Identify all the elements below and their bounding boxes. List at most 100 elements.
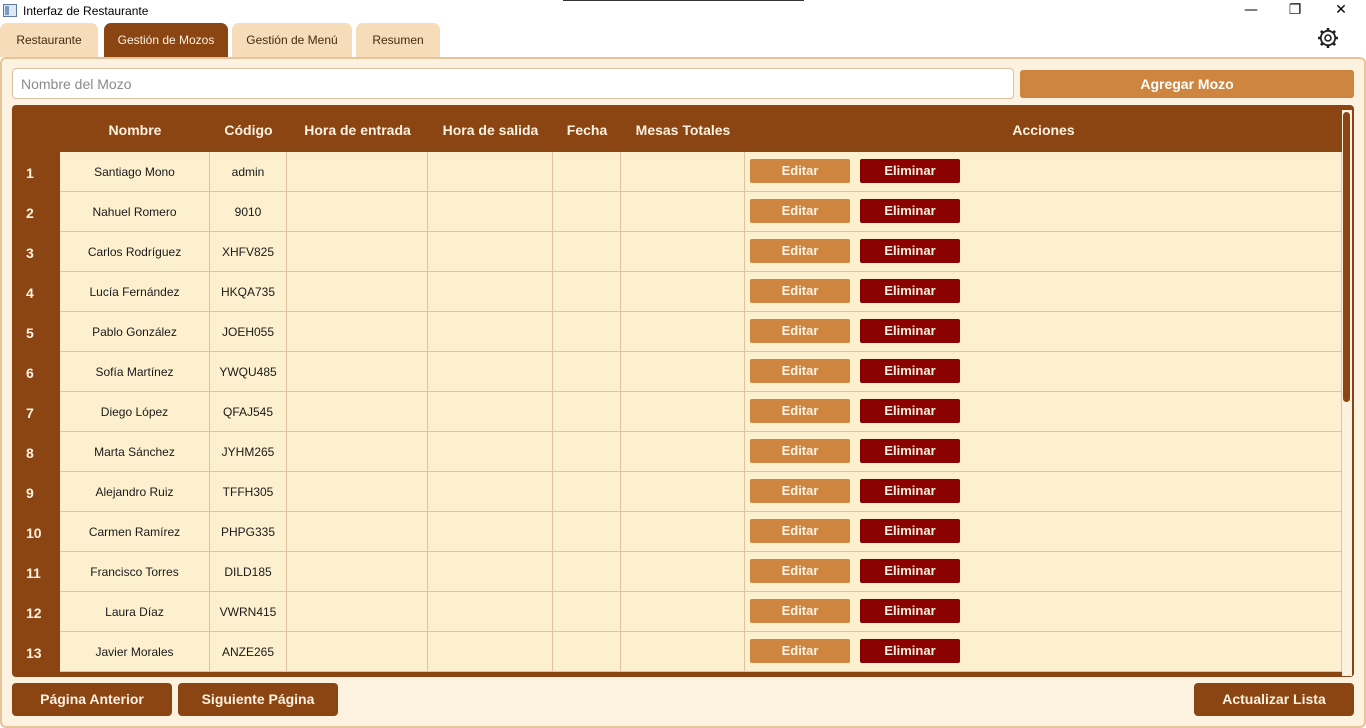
cell-mesas-totales[interactable] — [621, 232, 745, 272]
delete-button[interactable]: Eliminar — [860, 559, 960, 583]
cell-codigo[interactable]: JOEH055 — [210, 312, 287, 352]
cell-hora-entrada[interactable] — [287, 312, 428, 352]
cell-mesas-totales[interactable] — [621, 432, 745, 472]
cell-mesas-totales[interactable] — [621, 392, 745, 432]
cell-mesas-totales[interactable] — [621, 152, 745, 192]
cell-fecha[interactable] — [553, 272, 621, 312]
cell-hora-entrada[interactable] — [287, 192, 428, 232]
minimize-button[interactable]: — — [1228, 0, 1274, 22]
cell-mesas-totales[interactable] — [621, 512, 745, 552]
cell-fecha[interactable] — [553, 552, 621, 592]
table-row[interactable]: 3 Carlos Rodríguez XHFV825 Editar Eliminar — [12, 232, 1354, 272]
cell-nombre[interactable]: Francisco Torres — [60, 552, 210, 592]
column-header-acciones[interactable]: Acciones — [745, 105, 1342, 152]
cell-nombre[interactable]: Nahuel Romero — [60, 192, 210, 232]
cell-fecha[interactable] — [553, 352, 621, 392]
table-row[interactable]: 11 Francisco Torres DILD185 Editar Eliminar — [12, 552, 1354, 592]
cell-mesas-totales[interactable] — [621, 192, 745, 232]
cell-hora-entrada[interactable] — [287, 512, 428, 552]
cell-fecha[interactable] — [553, 592, 621, 632]
cell-fecha[interactable] — [553, 512, 621, 552]
cell-hora-entrada[interactable] — [287, 392, 428, 432]
cell-mesas-totales[interactable] — [621, 592, 745, 632]
cell-codigo[interactable]: DILD185 — [210, 552, 287, 592]
delete-button[interactable]: Eliminar — [860, 519, 960, 543]
edit-button[interactable]: Editar — [750, 479, 850, 503]
cell-nombre[interactable]: Pablo González — [60, 312, 210, 352]
column-header-nombre[interactable]: Nombre — [60, 105, 210, 152]
table-row[interactable]: 5 Pablo González JOEH055 Editar Eliminar — [12, 312, 1354, 352]
cell-codigo[interactable]: XHFV825 — [210, 232, 287, 272]
cell-codigo[interactable]: YWQU485 — [210, 352, 287, 392]
delete-button[interactable]: Eliminar — [860, 239, 960, 263]
cell-hora-salida[interactable] — [428, 272, 553, 312]
edit-button[interactable]: Editar — [750, 639, 850, 663]
edit-button[interactable]: Editar — [750, 359, 850, 383]
delete-button[interactable]: Eliminar — [860, 439, 960, 463]
cell-codigo[interactable]: VWRN415 — [210, 592, 287, 632]
table-row[interactable]: 7 Diego López QFAJ545 Editar Eliminar — [12, 392, 1354, 432]
cell-mesas-totales[interactable] — [621, 312, 745, 352]
cell-hora-entrada[interactable] — [287, 152, 428, 192]
cell-hora-salida[interactable] — [428, 312, 553, 352]
cell-fecha[interactable] — [553, 312, 621, 352]
cell-fecha[interactable] — [553, 632, 621, 672]
previous-page-button[interactable]: Página Anterior — [12, 683, 172, 716]
cell-nombre[interactable]: Laura Díaz — [60, 592, 210, 632]
edit-button[interactable]: Editar — [750, 599, 850, 623]
cell-hora-salida[interactable] — [428, 512, 553, 552]
scrollbar-thumb[interactable] — [1343, 112, 1350, 402]
cell-hora-entrada[interactable] — [287, 432, 428, 472]
edit-button[interactable]: Editar — [750, 559, 850, 583]
cell-nombre[interactable]: Carmen Ramírez — [60, 512, 210, 552]
edit-button[interactable]: Editar — [750, 159, 850, 183]
table-row[interactable]: 8 Marta Sánchez JYHM265 Editar Eliminar — [12, 432, 1354, 472]
edit-button[interactable]: Editar — [750, 279, 850, 303]
table-row[interactable]: 2 Nahuel Romero 9010 Editar Eliminar — [12, 192, 1354, 232]
delete-button[interactable]: Eliminar — [860, 199, 960, 223]
cell-hora-entrada[interactable] — [287, 472, 428, 512]
cell-fecha[interactable] — [553, 152, 621, 192]
edit-button[interactable]: Editar — [750, 199, 850, 223]
cell-hora-entrada[interactable] — [287, 232, 428, 272]
cell-codigo[interactable]: QFAJ545 — [210, 392, 287, 432]
table-row[interactable]: 9 Alejandro Ruiz TFFH305 Editar Eliminar — [12, 472, 1354, 512]
cell-nombre[interactable]: Santiago Mono — [60, 152, 210, 192]
cell-mesas-totales[interactable] — [621, 472, 745, 512]
cell-hora-salida[interactable] — [428, 152, 553, 192]
cell-mesas-totales[interactable] — [621, 272, 745, 312]
cell-codigo[interactable]: PHPG335 — [210, 512, 287, 552]
column-header-mesas-totales[interactable]: Mesas Totales — [621, 105, 745, 152]
cell-nombre[interactable]: Diego López — [60, 392, 210, 432]
cell-codigo[interactable]: HKQA735 — [210, 272, 287, 312]
cell-nombre[interactable]: Marta Sánchez — [60, 432, 210, 472]
table-row[interactable]: 12 Laura Díaz VWRN415 Editar Eliminar — [12, 592, 1354, 632]
delete-button[interactable]: Eliminar — [860, 159, 960, 183]
edit-button[interactable]: Editar — [750, 439, 850, 463]
cell-codigo[interactable]: ANZE265 — [210, 632, 287, 672]
cell-nombre[interactable]: Javier Morales — [60, 632, 210, 672]
cell-hora-salida[interactable] — [428, 632, 553, 672]
cell-nombre[interactable]: Carlos Rodríguez — [60, 232, 210, 272]
cell-hora-entrada[interactable] — [287, 352, 428, 392]
column-header-hora-salida[interactable]: Hora de salida — [428, 105, 553, 152]
cell-mesas-totales[interactable] — [621, 552, 745, 592]
table-row[interactable]: 4 Lucía Fernández HKQA735 Editar Eliminar — [12, 272, 1354, 312]
cell-nombre[interactable]: Sofía Martínez — [60, 352, 210, 392]
column-header-hora-entrada[interactable]: Hora de entrada — [287, 105, 428, 152]
delete-button[interactable]: Eliminar — [860, 599, 960, 623]
column-header-fecha[interactable]: Fecha — [553, 105, 621, 152]
cell-nombre[interactable]: Lucía Fernández — [60, 272, 210, 312]
tab-resumen[interactable]: Resumen — [356, 23, 440, 57]
cell-mesas-totales[interactable] — [621, 352, 745, 392]
edit-button[interactable]: Editar — [750, 399, 850, 423]
cell-fecha[interactable] — [553, 192, 621, 232]
cell-fecha[interactable] — [553, 432, 621, 472]
cell-hora-salida[interactable] — [428, 392, 553, 432]
tab-gestion-menu[interactable]: Gestión de Menú — [232, 23, 352, 57]
cell-hora-salida[interactable] — [428, 352, 553, 392]
delete-button[interactable]: Eliminar — [860, 399, 960, 423]
gear-icon[interactable] — [1316, 26, 1340, 50]
cell-hora-salida[interactable] — [428, 592, 553, 632]
table-row[interactable]: 6 Sofía Martínez YWQU485 Editar Eliminar — [12, 352, 1354, 392]
